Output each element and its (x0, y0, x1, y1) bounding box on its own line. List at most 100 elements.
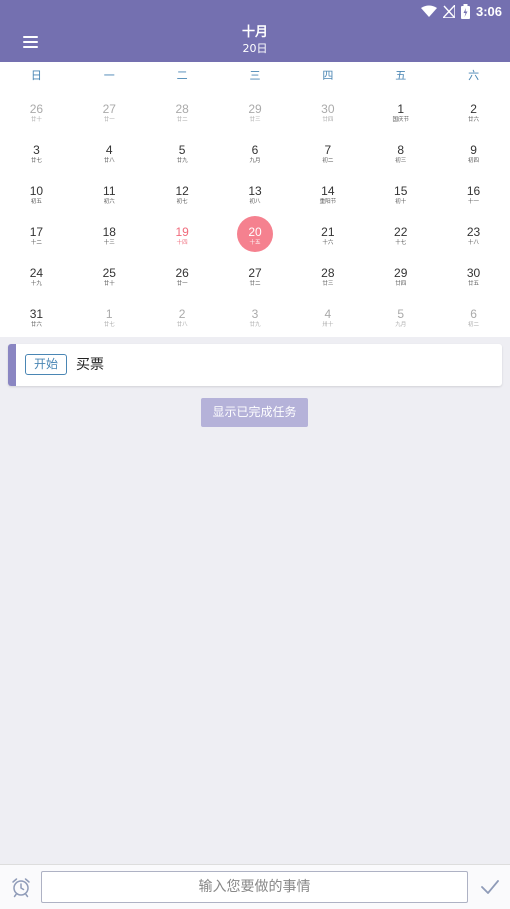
header-title: 十月 20日 (0, 25, 510, 56)
day-number: 27 (102, 102, 116, 116)
day-number: 11 (103, 184, 116, 198)
lunar-date: 十八 (468, 240, 480, 246)
calendar-day[interactable]: 28 廿二 (146, 103, 219, 144)
day-number: 30 (321, 102, 335, 116)
start-task-button[interactable]: 开始 (25, 354, 67, 375)
weekday-label: 六 (468, 69, 480, 82)
calendar-day[interactable]: 6 初二 (437, 308, 510, 349)
calendar-day[interactable]: 17 十二 (0, 226, 73, 267)
lunar-date: 廿七 (30, 158, 42, 164)
calendar-day[interactable]: 9 初四 (437, 144, 510, 185)
lunar-date: 廿六 (30, 322, 42, 328)
task-item[interactable]: 开始 买票 (8, 344, 502, 386)
calendar-day[interactable]: 27 廿二 (219, 267, 292, 308)
alarm-button[interactable] (10, 876, 32, 898)
calendar-day[interactable]: 1 廿七 (73, 308, 146, 349)
header-day: 20日 (242, 42, 268, 55)
day-number: 28 (175, 102, 189, 116)
calendar-day[interactable]: 30 廿四 (291, 103, 364, 144)
wifi-icon (420, 5, 437, 17)
status-bar: 3:06 (0, 0, 510, 22)
calendar-day[interactable]: 2 廿六 (437, 103, 510, 144)
weekday-label: 一 (103, 69, 115, 82)
lunar-date: 廿十 (30, 117, 42, 123)
lunar-date: 十五 (249, 240, 261, 246)
calendar-day[interactable]: 30 廿五 (437, 267, 510, 308)
calendar-day[interactable]: 25 廿十 (73, 267, 146, 308)
calendar: 日 一 二 三 四 五 六 26 廿十 27 廿一 28 廿二 29 廿三 30 廿四 1 国庆节 2 廿… (0, 62, 510, 337)
battery-icon (460, 3, 470, 19)
calendar-day[interactable]: 26 廿一 (146, 267, 219, 308)
calendar-day[interactable]: 29 廿三 (219, 103, 292, 144)
lunar-date: 初四 (468, 158, 480, 164)
day-number: 26 (29, 102, 44, 116)
calendar-day[interactable]: 12 初七 (146, 185, 219, 226)
calendar-day[interactable]: 5 廿九 (146, 144, 219, 185)
day-number: 23 (466, 225, 481, 239)
calendar-day[interactable]: 14 重阳节 (291, 185, 364, 226)
calendar-day[interactable]: 18 十三 (73, 226, 146, 267)
app-bar: 十月 20日 (0, 22, 510, 62)
lunar-date: 初五 (30, 199, 42, 205)
lunar-date: 廿八 (176, 322, 188, 328)
lunar-date: 廿四 (322, 117, 334, 123)
day-number: 16 (466, 184, 481, 198)
calendar-day[interactable]: 3 廿七 (0, 144, 73, 185)
calendar-day[interactable]: 15 初十 (364, 185, 437, 226)
day-number: 28 (321, 266, 335, 280)
calendar-day[interactable]: 21 十六 (291, 226, 364, 267)
lunar-date: 廿三 (249, 117, 261, 123)
day-number: 26 (175, 266, 189, 280)
calendar-day[interactable]: 27 廿一 (73, 103, 146, 144)
calendar-day[interactable]: 5 九月 (364, 308, 437, 349)
calendar-day[interactable]: 29 廿四 (364, 267, 437, 308)
calendar-day[interactable]: 2 廿八 (146, 308, 219, 349)
lunar-date: 十一 (468, 199, 480, 205)
day-number: 12 (175, 184, 189, 198)
day-number: 31 (29, 307, 44, 321)
task-input[interactable] (41, 871, 468, 903)
calendar-day[interactable]: 28 廿三 (291, 267, 364, 308)
calendar-day[interactable]: 8 初三 (364, 144, 437, 185)
weekday-label: 日 (30, 69, 42, 82)
calendar-day[interactable]: 23 十八 (437, 226, 510, 267)
confirm-button[interactable] (479, 876, 501, 898)
calendar-day[interactable]: 24 十九 (0, 267, 73, 308)
calendar-day[interactable]: 19 十四 (146, 226, 219, 267)
calendar-day[interactable]: 22 十七 (364, 226, 437, 267)
lunar-date: 十七 (395, 240, 407, 246)
lunar-date: 廿五 (468, 281, 480, 287)
calendar-day[interactable]: 3 廿九 (219, 308, 292, 349)
day-number: 27 (248, 266, 262, 280)
lunar-date: 初二 (322, 158, 334, 164)
calendar-day[interactable]: 10 初五 (0, 185, 73, 226)
calendar-day[interactable]: 11 初六 (73, 185, 146, 226)
calendar-day[interactable]: 4 廿八 (73, 144, 146, 185)
lunar-date: 十四 (176, 240, 188, 246)
calendar-day[interactable]: 1 国庆节 (364, 103, 437, 144)
lunar-date: 国庆节 (392, 117, 409, 123)
day-number: 18 (102, 225, 116, 239)
weekday-label: 四 (322, 69, 334, 82)
day-number: 2 (470, 102, 477, 116)
calendar-day[interactable]: 6 九月 (219, 144, 292, 185)
calendar-day[interactable]: 26 廿十 (0, 103, 73, 144)
lunar-date: 初六 (103, 199, 115, 205)
day-number: 3 (33, 143, 40, 157)
lunar-date: 初八 (249, 199, 261, 205)
day-number: 25 (102, 266, 116, 280)
calendar-day[interactable]: 31 廿六 (0, 308, 73, 349)
show-completed-button[interactable]: 显示已完成任务 (201, 398, 308, 427)
checkmark-icon (481, 880, 499, 894)
calendar-day-selected[interactable]: 20 十五 (219, 216, 292, 267)
day-number: 10 (29, 184, 44, 198)
lunar-date: 廿一 (103, 117, 115, 123)
calendar-day[interactable]: 16 十一 (437, 185, 510, 226)
lunar-date: 初三 (395, 158, 407, 164)
calendar-day[interactable]: 4 卅十 (291, 308, 364, 349)
calendar-day[interactable]: 7 初二 (291, 144, 364, 185)
lunar-date: 廿七 (103, 322, 115, 328)
day-number: 5 (397, 307, 405, 321)
weekday-label: 三 (249, 69, 261, 82)
status-icons: 3:06 (420, 2, 502, 20)
